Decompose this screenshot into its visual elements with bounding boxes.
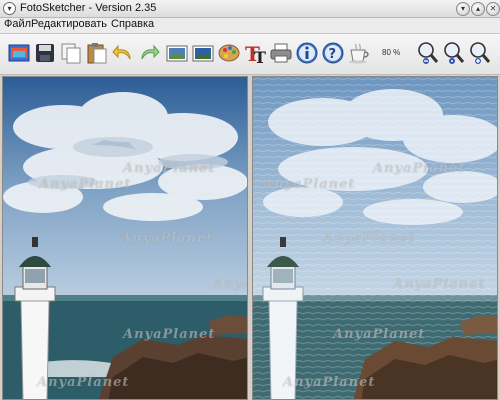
maximize-button[interactable]: ▴ xyxy=(471,2,485,16)
window-title: FotoSketcher - Version 2.35 xyxy=(20,2,157,14)
result-image-panel[interactable]: AnyaPlanet AnyaPlanet AnyaPlanet AnyaPla… xyxy=(252,76,498,400)
title-bar: ▾ FotoSketcher - Version 2.35 ▾ ▴ ✕ xyxy=(0,0,500,18)
zoom-out-icon[interactable] xyxy=(415,40,441,66)
menu-file[interactable]: Файл xyxy=(4,18,31,30)
toolbar: TT ? 80 % xyxy=(0,34,500,75)
open-image-icon[interactable] xyxy=(6,40,32,66)
watermark: AnyaPlanet xyxy=(373,161,466,176)
copy-icon[interactable] xyxy=(58,40,84,66)
paste-icon[interactable] xyxy=(84,40,110,66)
undo-icon[interactable] xyxy=(110,40,136,66)
save-icon[interactable] xyxy=(32,40,58,66)
watermark: AnyaPlanet xyxy=(283,375,376,390)
help-icon[interactable]: ? xyxy=(320,40,346,66)
window-menu-button[interactable]: ▾ xyxy=(3,2,16,15)
watermark: AnyaPlanet xyxy=(121,231,214,246)
info-icon[interactable] xyxy=(294,40,320,66)
watermark: AnyaPlanet xyxy=(39,177,132,192)
watermark: AnyaPlanet xyxy=(123,161,216,176)
redo-icon[interactable] xyxy=(136,40,162,66)
menu-help[interactable]: Справка xyxy=(111,18,154,30)
watermark: AnyaPlanet xyxy=(393,277,486,292)
text-icon[interactable]: TT xyxy=(242,40,268,66)
print-icon[interactable] xyxy=(268,40,294,66)
result-image-icon[interactable] xyxy=(190,40,216,66)
palette-icon[interactable] xyxy=(216,40,242,66)
zoom-level: 80 % xyxy=(382,48,401,57)
close-button[interactable]: ✕ xyxy=(486,2,500,16)
original-image-icon[interactable] xyxy=(164,40,190,66)
watermark: AnyaPlanet xyxy=(37,375,130,390)
svg-text:?: ? xyxy=(329,47,337,62)
watermark: AnyaPlanet xyxy=(333,327,426,342)
original-image-panel[interactable]: AnyaPlanet AnyaPlanet AnyaPlanet AnyaPla… xyxy=(2,76,248,400)
watermark: AnyaPlanet xyxy=(263,177,356,192)
zoom-in-icon[interactable] xyxy=(467,40,493,66)
watermark: AnyaPlanet xyxy=(213,277,247,292)
coffee-icon[interactable] xyxy=(346,40,372,66)
svg-text:T: T xyxy=(254,48,266,65)
zoom-reset-icon[interactable] xyxy=(441,40,467,66)
watermark: AnyaPlanet xyxy=(123,327,216,342)
minimize-button[interactable]: ▾ xyxy=(456,2,470,16)
menu-edit[interactable]: Редактировать xyxy=(31,18,107,30)
watermark: AnyaPlanet xyxy=(323,231,416,246)
menu-bar: Файл Редактировать Справка xyxy=(0,18,500,34)
